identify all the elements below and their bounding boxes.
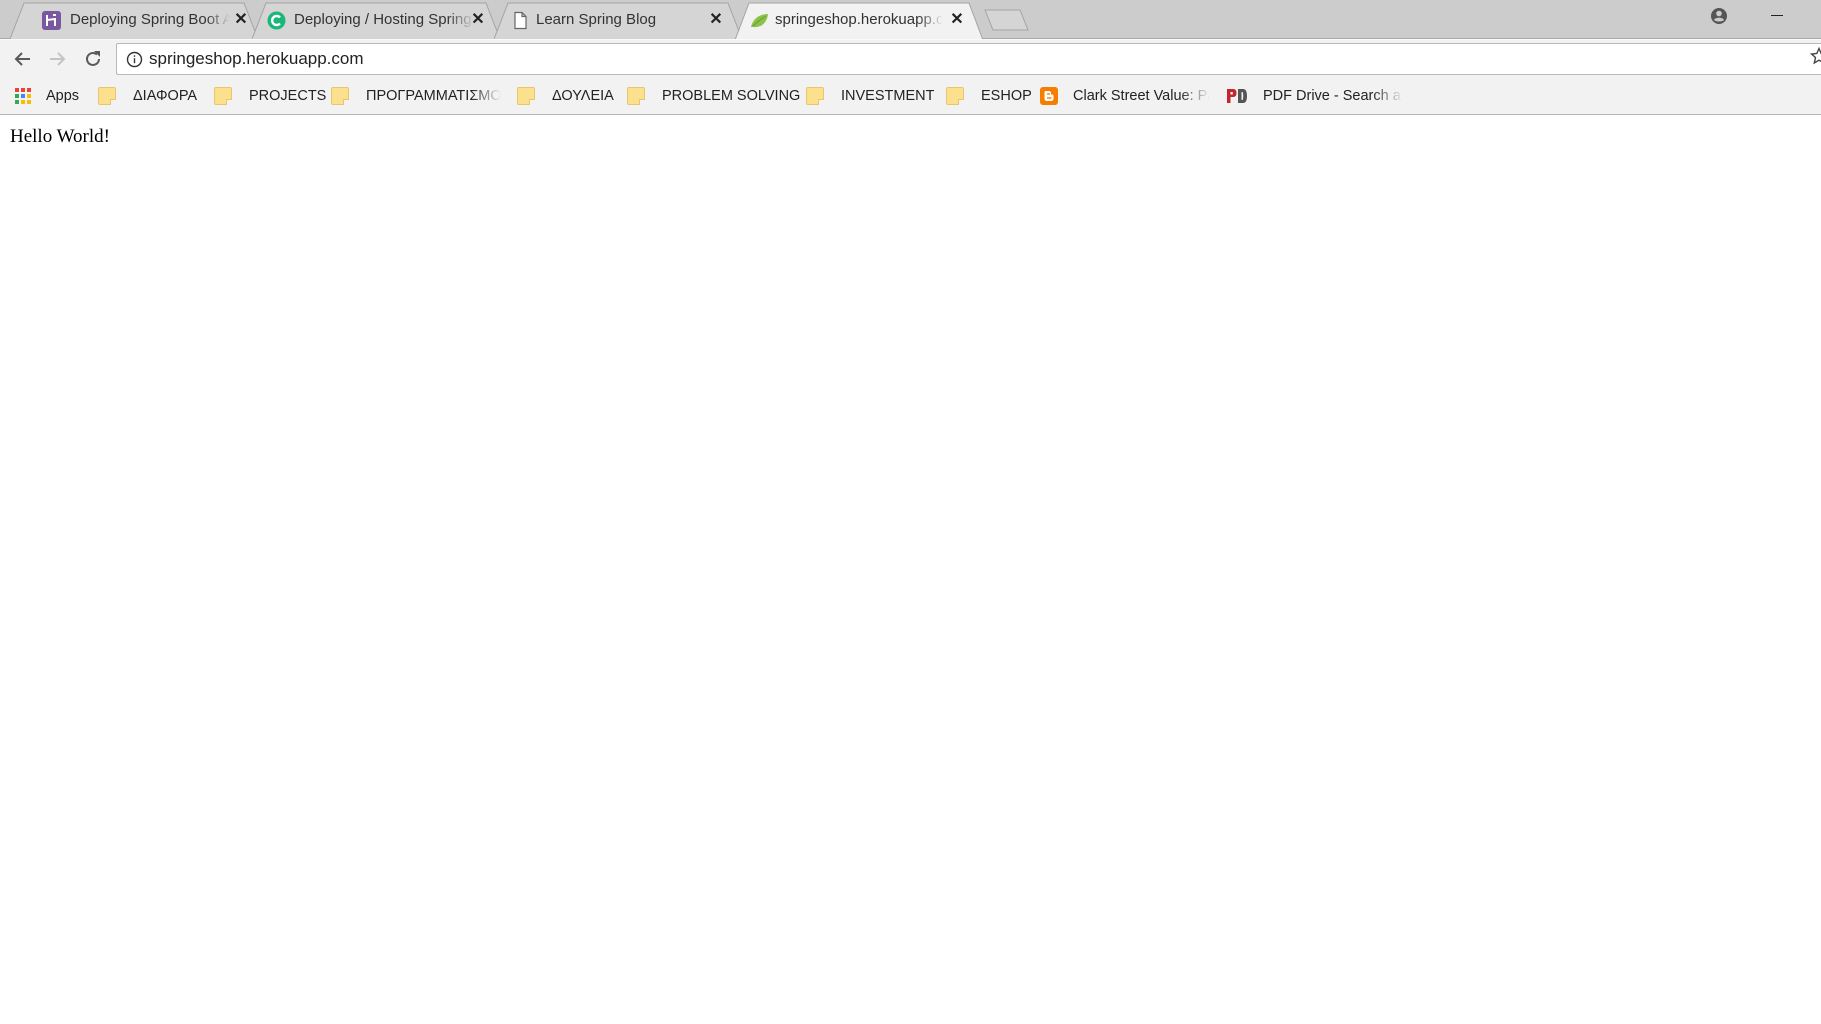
reload-button[interactable] — [82, 48, 104, 70]
close-tab-icon[interactable]: ✕ — [707, 11, 725, 29]
forward-button[interactable] — [46, 48, 68, 70]
bookmark-pdf-drive[interactable]: PDF Drive - Search a — [1226, 85, 1403, 107]
bookmarks-bar: Apps ΔΙΑΦΟΡΑ PROJECTS ΠΡΟΓΡΑΜΜΑΤΙΣΜΟΣ ΔΟ… — [0, 77, 1821, 115]
omnibox[interactable] — [116, 43, 1821, 75]
pdf-drive-icon — [1227, 89, 1247, 103]
close-tab-icon[interactable]: ✕ — [948, 11, 966, 29]
back-button[interactable] — [12, 48, 34, 70]
bookmark-label: PDF Drive - Search a — [1263, 88, 1401, 104]
tab-title: Deploying Spring Boot Applications to He… — [70, 11, 230, 28]
folder-icon — [331, 87, 349, 105]
info-icon[interactable] — [126, 51, 143, 68]
hello-world-text: Hello World! — [10, 126, 110, 147]
toolbar — [0, 39, 1821, 77]
tab-title: Deploying / Hosting Spring Boot — [294, 11, 474, 28]
tab-learn-spring-blog[interactable]: Learn Spring Blog ✕ — [494, 2, 744, 39]
tab-springeshop[interactable]: springeshop.herokuapp.com ✕ — [735, 2, 985, 40]
bookmark-folder-douleia[interactable]: ΔΟΥΛΕΙΑ — [517, 85, 614, 107]
folder-icon — [627, 87, 645, 105]
bookmark-folder-diafora[interactable]: ΔΙΑΦΟΡΑ — [98, 85, 197, 107]
folder-icon — [214, 87, 232, 105]
bookmark-folder-programmatismos[interactable]: ΠΡΟΓΡΑΜΜΑΤΙΣΜΟΣ — [331, 85, 501, 107]
tab-strip: Deploying Spring Boot Applications to He… — [0, 0, 1821, 40]
bookmark-star-icon[interactable] — [1810, 47, 1821, 65]
new-tab-button[interactable] — [984, 9, 1030, 31]
folder-icon — [98, 87, 116, 105]
bookmark-label: Clark Street Value: Pa — [1073, 88, 1210, 104]
apps-grid-icon — [15, 88, 31, 104]
tab-deploying-hosting-spring[interactable]: Deploying / Hosting Spring Boot ✕ — [252, 2, 502, 39]
bookmark-folder-projects[interactable]: PROJECTS — [214, 85, 326, 107]
folder-icon — [517, 87, 535, 105]
bookmark-apps[interactable]: Apps — [14, 85, 79, 107]
c-circle-icon — [267, 11, 286, 30]
bookmark-folder-investment[interactable]: INVESTMENT — [806, 85, 934, 107]
bookmark-label: ΔΟΥΛΕΙΑ — [552, 88, 614, 104]
document-icon — [514, 11, 527, 30]
minimize-button[interactable] — [1766, 12, 1788, 22]
bookmark-label: PROBLEM SOLVING — [662, 88, 801, 104]
bookmark-label: INVESTMENT — [841, 88, 935, 104]
folder-icon — [806, 87, 824, 105]
close-tab-icon[interactable]: ✕ — [469, 11, 487, 29]
tab-title: Learn Spring Blog — [536, 11, 657, 28]
spring-leaf-icon — [751, 14, 768, 28]
bookmark-label: ΠΡΟΓΡΑΜΜΑΤΙΣΜΟΣ — [366, 88, 501, 104]
tab-deploying-spring-boot[interactable]: Deploying Spring Boot Applications to He… — [10, 2, 260, 39]
bookmark-label: ΔΙΑΦΟΡΑ — [133, 88, 198, 104]
bookmark-folder-eshop[interactable]: ESHOP — [946, 85, 1032, 107]
bookmark-label: Apps — [46, 88, 80, 104]
close-tab-icon[interactable]: ✕ — [232, 11, 250, 29]
heroku-icon — [42, 11, 61, 30]
tab-title: springeshop.herokuapp.com — [775, 11, 943, 28]
blogger-icon — [1040, 87, 1058, 105]
bookmark-clark-street-value[interactable]: Clark Street Value: Pa — [1040, 85, 1210, 107]
page-content: Hello World! — [0, 116, 1821, 1024]
bookmark-label: ESHOP — [981, 88, 1032, 104]
bookmark-folder-problem-solving[interactable]: PROBLEM SOLVING — [627, 85, 800, 107]
profile-icon[interactable] — [1708, 5, 1730, 27]
address-input[interactable] — [149, 49, 1349, 69]
bookmark-label: PROJECTS — [249, 88, 327, 104]
folder-icon — [946, 87, 964, 105]
